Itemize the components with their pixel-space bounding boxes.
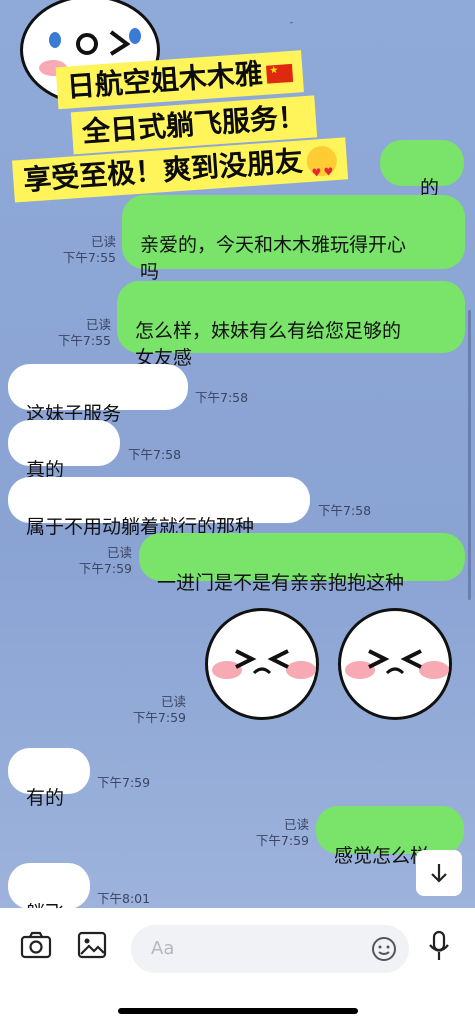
timestamp: 下午8:01 [97, 891, 151, 906]
message-input[interactable]: Aa [131, 925, 409, 973]
read-status: 已读 [90, 234, 116, 249]
china-flag-icon: ★ [266, 63, 294, 84]
timestamp: 下午7:59 [255, 833, 309, 848]
banner-line-3: 享受至极！爽到没朋友 ♥ ♥ [12, 137, 349, 203]
scrollbar[interactable] [468, 310, 471, 600]
message-text: 有的 [26, 787, 65, 809]
timestamp: 下午7:58 [128, 447, 182, 462]
laughing-sticker[interactable] [205, 608, 319, 720]
message-meta: 已读 下午7:59 [56, 545, 132, 577]
tiny-mark: - [290, 18, 293, 27]
message-bubble-outgoing[interactable]: 怎么样，妹妹有么有给您足够的 女友感 [117, 281, 465, 369]
read-status: 已读 [106, 545, 132, 560]
message-text: 感觉怎么样 [334, 845, 430, 867]
message-bubble-outgoing[interactable]: 的 [380, 140, 464, 199]
message-meta: 已读 下午7:59 [233, 817, 309, 849]
promo-banner: 日航空姐木木雅 ★ 全日式躺飞服务！ 享受至极！爽到没朋友 ♥ ♥ [7, 36, 377, 216]
home-indicator [118, 1008, 358, 1014]
heart-eyes-emoji-icon: ♥ ♥ [305, 145, 338, 180]
message-bubble-incoming[interactable]: 这妹子服务 [8, 364, 188, 452]
camera-icon[interactable] [20, 930, 52, 960]
read-status: 已读 [283, 817, 309, 832]
image-icon[interactable] [77, 931, 107, 959]
arrow-down-icon [431, 864, 447, 883]
read-status: 已读 [160, 694, 186, 709]
message-meta: 已读 下午7:55 [35, 317, 111, 349]
scroll-to-bottom-button[interactable] [416, 850, 462, 896]
timestamp: 下午7:55 [62, 250, 116, 265]
chat-area[interactable]: - 日航空姐木木雅 ★ 全日式躺飞服务！ 享受至极！爽到没朋友 ♥ ♥ 的 亲爱的，今… [0, 0, 475, 908]
message-bubble-outgoing[interactable]: 一进门是不是有亲亲抱抱这种 [139, 533, 465, 594]
timestamp: 下午7:59 [78, 561, 132, 576]
message-bubble-outgoing[interactable]: 亲爱的，今天和木木雅玩得开心 吗 [122, 195, 465, 283]
message-text: 一进门是不是有亲亲抱抱这种 [157, 572, 405, 594]
message-bubble-outgoing[interactable]: 感觉怎么样 [316, 806, 464, 867]
read-status: 已读 [85, 317, 111, 332]
timestamp: 下午7:58 [318, 503, 372, 518]
laughing-sticker[interactable] [338, 608, 452, 720]
timestamp: 下午7:55 [57, 333, 111, 348]
message-meta: 已读 下午7:55 [40, 234, 116, 266]
emoji-icon[interactable] [371, 936, 397, 962]
message-meta: 已读 下午7:59 [110, 694, 186, 726]
message-text: 怎么样，妹妹有么有给您足够的 女友感 [135, 320, 402, 369]
timestamp: 下午7:58 [195, 390, 249, 405]
message-bubble-incoming[interactable]: 真的 [8, 420, 120, 508]
composer-bar: Aa [0, 908, 475, 1024]
timestamp: 下午7:59 [132, 710, 186, 725]
microphone-icon[interactable] [428, 930, 450, 962]
message-bubble-incoming[interactable]: 有的 [8, 748, 90, 809]
timestamp: 下午7:59 [97, 775, 151, 790]
message-text: 亲爱的，今天和木木雅玩得开心 吗 [140, 234, 407, 283]
input-placeholder: Aa [151, 938, 175, 959]
message-bubble-incoming[interactable]: 属于不用动躺着就行的那种 [8, 477, 310, 538]
message-bubble-incoming[interactable]: 躺飞 [8, 863, 90, 908]
